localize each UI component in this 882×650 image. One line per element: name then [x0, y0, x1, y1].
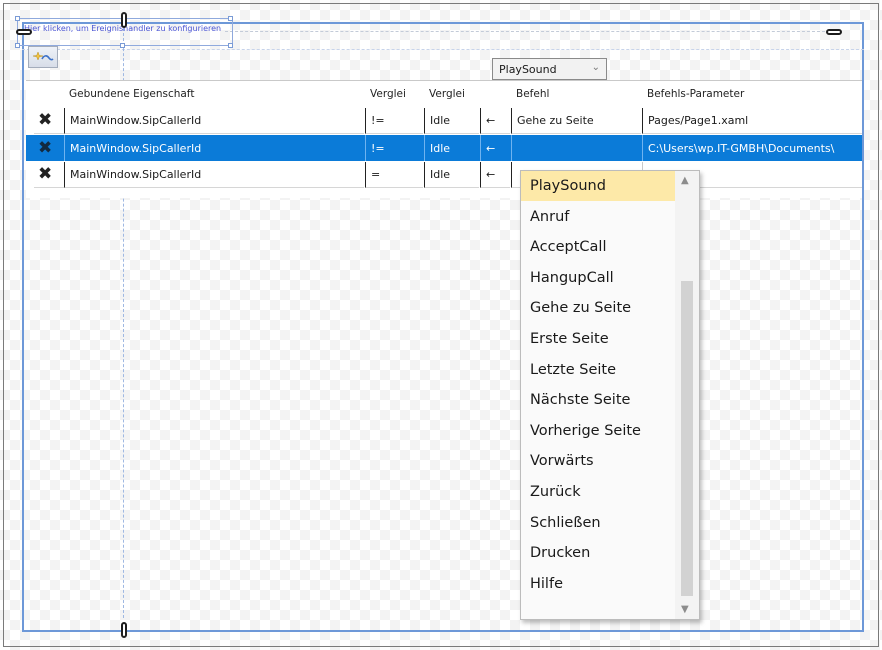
dropdown-option[interactable]: Zurück	[521, 477, 675, 507]
arrow-cell: ←	[480, 135, 510, 161]
selection-handle[interactable]	[120, 43, 125, 48]
dropdown-option[interactable]: HangupCall	[521, 263, 675, 293]
command-cell[interactable]	[511, 135, 641, 161]
operator-cell[interactable]: =	[365, 162, 423, 188]
value-cell[interactable]: Idle	[424, 108, 479, 134]
dropdown-option[interactable]: Letzte Seite	[521, 355, 675, 385]
grid-header-row: Gebundene Eigenschaft Verglei Verglei Be…	[26, 81, 862, 107]
selection-handle[interactable]	[228, 43, 233, 48]
dropdown-option[interactable]: Erste Seite	[521, 324, 675, 354]
dropdown-option[interactable]: Nächste Seite	[521, 385, 675, 415]
arrow-left-icon: ←	[486, 141, 496, 155]
value-cell[interactable]: Idle	[424, 162, 479, 188]
dropdown-option[interactable]: Schließen	[521, 508, 675, 538]
arrow-cell: ←	[480, 108, 510, 134]
delete-x-icon: ✖	[38, 164, 53, 184]
delete-x-icon: ✖	[38, 137, 53, 158]
add-trigger-button[interactable]	[28, 46, 58, 68]
arrow-left-icon: ←	[486, 114, 496, 127]
arrow-cell: ←	[480, 162, 510, 188]
property-cell[interactable]: MainWindow.SipCallerId	[64, 108, 364, 134]
scroll-up-icon[interactable]: ▲	[681, 175, 689, 186]
event-trigger-grid: Gebundene Eigenschaft Verglei Verglei Be…	[26, 80, 862, 198]
dropdown-option[interactable]: Hilfe	[521, 569, 675, 599]
operator-cell[interactable]: !=	[365, 108, 423, 134]
arrow-left-icon: ←	[486, 168, 496, 181]
dropdown-option[interactable]: Drucken	[521, 538, 675, 568]
horizontal-guide	[22, 49, 864, 50]
value-cell[interactable]: Idle	[424, 135, 479, 161]
add-trigger-icon	[32, 51, 54, 61]
column-header-property[interactable]: Gebundene Eigenschaft	[64, 81, 364, 107]
command-dropdown-list[interactable]: PlaySound Anruf AcceptCall HangupCall Gehe z…	[520, 170, 700, 620]
dropdown-option[interactable]: Anruf	[521, 202, 675, 232]
column-header-icon	[34, 81, 64, 107]
dropdown-option[interactable]: Gehe zu Seite	[521, 293, 675, 323]
hint-dashed-line	[225, 31, 825, 32]
combobox-value: PlaySound	[499, 62, 557, 76]
column-header-arrow	[480, 81, 510, 107]
scrollbar-thumb[interactable]	[681, 281, 693, 596]
delete-row-button[interactable]: ✖	[34, 162, 64, 188]
parameter-cell[interactable]: C:\Users\wp.IT-GMBH\Documents\	[642, 135, 862, 161]
dropdown-option[interactable]: Vorherige Seite	[521, 416, 675, 446]
resize-handle-right[interactable]	[826, 29, 842, 35]
dropdown-option[interactable]: PlaySound	[521, 171, 675, 201]
table-row[interactable]: ✖ MainWindow.SipCallerId = Idle ←	[26, 162, 862, 188]
selection-handle[interactable]	[15, 16, 20, 21]
property-cell[interactable]: MainWindow.SipCallerId	[64, 135, 364, 161]
table-row[interactable]: ✖ MainWindow.SipCallerId != Idle ← Gehe …	[26, 108, 862, 134]
dropdown-option[interactable]: AcceptCall	[521, 232, 675, 262]
selection-handle[interactable]	[228, 16, 233, 21]
dropdown-scrollbar[interactable]: ▲ ▼	[675, 171, 699, 619]
delete-x-icon: ✖	[38, 110, 53, 130]
resize-handle-top[interactable]	[121, 12, 127, 28]
column-header-parameter[interactable]: Befehls-Parameter	[642, 81, 862, 107]
table-row-selected[interactable]: ✖ MainWindow.SipCallerId != Idle ← C:\Us…	[26, 135, 862, 161]
resize-handle-bottom[interactable]	[121, 622, 127, 638]
command-combobox[interactable]: PlaySound ⌄	[492, 58, 607, 80]
delete-row-button[interactable]: ✖	[34, 135, 64, 161]
command-cell[interactable]: Gehe zu Seite	[511, 108, 641, 134]
resize-handle-left[interactable]	[16, 29, 32, 35]
scroll-down-icon[interactable]: ▼	[681, 604, 689, 615]
chevron-down-icon: ⌄	[591, 62, 600, 73]
property-cell[interactable]: MainWindow.SipCallerId	[64, 162, 364, 188]
column-header-operator[interactable]: Verglei	[365, 81, 423, 107]
dropdown-option[interactable]: Vorwärts	[521, 446, 675, 476]
operator-cell[interactable]: !=	[365, 135, 423, 161]
parameter-cell[interactable]: Pages/Page1.xaml	[642, 108, 862, 134]
column-header-command[interactable]: Befehl	[511, 81, 641, 107]
delete-row-button[interactable]: ✖	[34, 108, 64, 134]
column-header-value[interactable]: Verglei	[424, 81, 479, 107]
selection-handle[interactable]	[15, 43, 20, 48]
